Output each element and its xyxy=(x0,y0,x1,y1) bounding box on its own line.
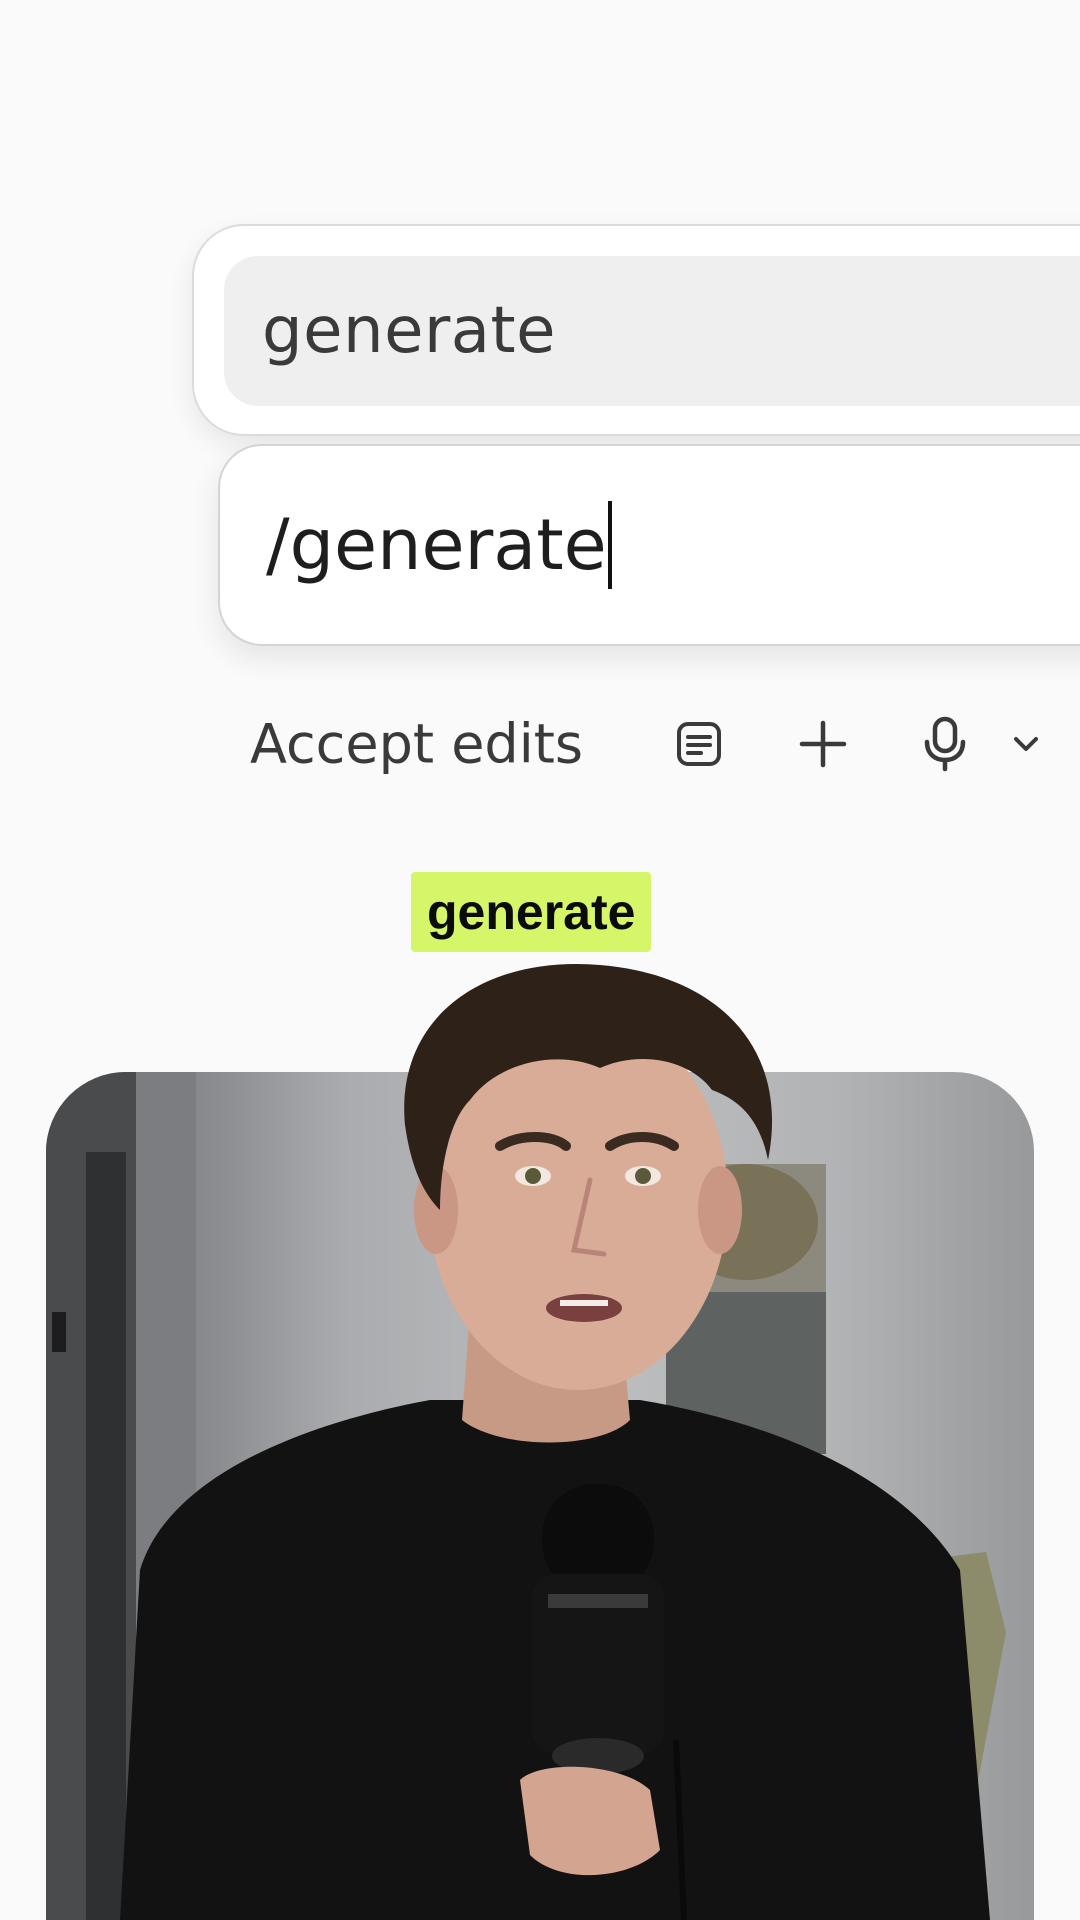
text-caret xyxy=(607,501,612,589)
video-caption: generate xyxy=(411,872,652,952)
input-toolbar: Accept edits xyxy=(250,706,1080,782)
document-icon[interactable] xyxy=(674,719,724,769)
command-suggestion-popup: generate xyxy=(192,224,1080,436)
page: generate /generate Accept edits generate xyxy=(0,0,1080,1920)
prompt-input[interactable]: /generate xyxy=(218,444,1080,646)
accept-edits-button[interactable]: Accept edits xyxy=(250,713,583,776)
chevron-down-icon[interactable] xyxy=(1012,734,1040,754)
plus-icon[interactable] xyxy=(798,719,848,769)
command-suggestion-item[interactable]: generate xyxy=(224,256,1080,406)
microphone-icon[interactable] xyxy=(922,716,968,772)
prompt-input-value-wrap: /generate xyxy=(266,501,612,589)
prompt-input-value: /generate xyxy=(266,504,607,586)
presenter-image xyxy=(120,963,990,1920)
command-suggestion-label: generate xyxy=(262,294,556,368)
video-caption-text: generate xyxy=(427,884,636,940)
